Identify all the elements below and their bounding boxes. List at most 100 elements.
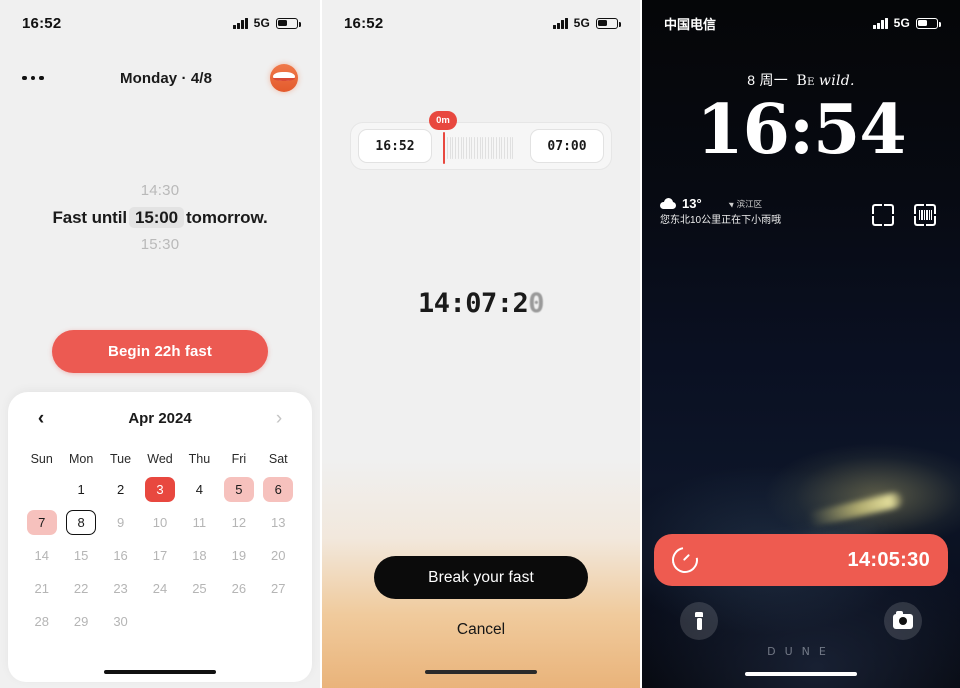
calendar-cell[interactable]: 12 (219, 507, 258, 538)
weather-widget[interactable]: 13° 滨江区 您东北10公里正在下小雨哦 (660, 196, 858, 228)
calendar-sheet: ‹ Apr 2024 › Sun Mon Tue Wed Thu Fri Sat 12345… (8, 392, 312, 682)
fast-start-time[interactable]: 16:52 (358, 129, 432, 163)
calendar-cell[interactable]: 16 (101, 540, 140, 571)
page-title: Monday · 4/8 (119, 69, 213, 87)
calendar-cell[interactable]: 22 (61, 573, 100, 604)
lock-screen-header: 8 周一 Be wild. 16:54 (642, 70, 960, 168)
calendar-cell[interactable]: 3 (140, 474, 179, 505)
calendar-cell[interactable]: 14 (22, 540, 61, 571)
status-bar-indicators: 5G (553, 16, 621, 30)
calendar-day[interactable]: 22 (66, 576, 96, 601)
calendar-cell[interactable]: 28 (22, 606, 61, 637)
calendar-cell[interactable]: 7 (22, 507, 61, 538)
calendar-day[interactable]: 29 (66, 609, 96, 634)
slider-marker[interactable] (443, 132, 445, 164)
calendar-day[interactable]: 5 (223, 477, 254, 502)
calendar-cell[interactable]: 18 (180, 540, 219, 571)
calendar-cell[interactable]: 9 (101, 507, 140, 538)
lock-screen-actions (642, 602, 960, 640)
calendar-day[interactable]: 27 (263, 576, 293, 601)
calendar-cell[interactable]: 1 (61, 474, 100, 505)
calendar-day[interactable]: 19 (224, 543, 254, 568)
chevron-right-icon[interactable]: › (266, 409, 292, 428)
calendar-day[interactable]: 2 (106, 477, 136, 502)
calendar-day[interactable]: 9 (106, 510, 136, 535)
calendar-cell[interactable]: 23 (101, 573, 140, 604)
fast-time-option-below[interactable]: 15:30 (0, 232, 320, 258)
calendar-day[interactable]: 10 (145, 510, 175, 535)
fast-selected-time[interactable]: 15:00 (129, 207, 184, 228)
calendar-day[interactable]: 21 (27, 576, 57, 601)
calendar-day[interactable]: 15 (66, 543, 96, 568)
status-bar: 16:52 5G (0, 0, 320, 46)
calendar-day[interactable]: 24 (145, 576, 175, 601)
calendar-cell[interactable]: 26 (219, 573, 258, 604)
calendar-cell[interactable]: 15 (61, 540, 100, 571)
camera-button[interactable] (884, 602, 922, 640)
calendar-day[interactable]: 12 (224, 510, 254, 535)
barcode-scan-widget[interactable] (908, 198, 942, 232)
elapsed-timer-rolling-digit: 0 (528, 288, 545, 319)
battery-icon (276, 17, 301, 29)
calendar-cell[interactable]: 25 (180, 573, 219, 604)
barcode-line (927, 210, 928, 220)
calendar-day[interactable]: 13 (263, 510, 293, 535)
calendar-cell[interactable]: 17 (140, 540, 179, 571)
network-type-label: 5G (893, 16, 910, 30)
calendar-day[interactable]: 30 (106, 609, 136, 634)
calendar-day[interactable]: 20 (263, 543, 293, 568)
calendar-cell[interactable]: 27 (259, 573, 298, 604)
calendar-cell[interactable]: 21 (22, 573, 61, 604)
calendar-cell[interactable]: 5 (219, 474, 258, 505)
calendar-day[interactable]: 6 (263, 477, 294, 502)
calendar-day[interactable]: 7 (26, 510, 57, 535)
calendar-day[interactable]: 4 (184, 477, 214, 502)
calendar-cell[interactable]: 20 (259, 540, 298, 571)
calendar-cell[interactable]: 2 (101, 474, 140, 505)
weather-temperature: 13° (682, 196, 702, 211)
calendar-header: ‹ Apr 2024 › (22, 392, 298, 444)
lock-quote-prefix: Be (796, 73, 815, 89)
calendar-weekday: Fri (231, 452, 247, 466)
calendar-cell[interactable]: 30 (101, 606, 140, 637)
begin-fast-button[interactable]: Begin 22h fast (52, 330, 268, 373)
flashlight-button[interactable] (680, 602, 718, 640)
calendar-day[interactable]: 26 (224, 576, 254, 601)
calendar-day[interactable]: 17 (145, 543, 175, 568)
live-activity-fasting[interactable]: 14:05:30 (654, 534, 948, 586)
calendar-day[interactable]: 8 (66, 510, 97, 535)
calendar-day[interactable]: 16 (106, 543, 136, 568)
calendar-day[interactable]: 14 (27, 543, 57, 568)
slider-marker-badge: 0m (429, 111, 457, 130)
calendar-cell[interactable]: 19 (219, 540, 258, 571)
calendar-day[interactable]: 18 (184, 543, 214, 568)
scan-frame-widget[interactable] (866, 198, 900, 232)
calendar-day[interactable]: 23 (106, 576, 136, 601)
chevron-left-icon[interactable]: ‹ (28, 409, 54, 428)
calendar-cell[interactable]: 10 (140, 507, 179, 538)
fast-time-option-above[interactable]: 14:30 (0, 178, 320, 204)
screenshot-stage: 16:52 5G Monday · 4/8 14:30 Fast until 15… (0, 0, 960, 688)
calendar-day[interactable]: 28 (27, 609, 57, 634)
slider-ticks (447, 136, 515, 160)
calendar-day[interactable]: 3 (144, 477, 175, 502)
calendar-cell[interactable]: 29 (61, 606, 100, 637)
fast-end-time[interactable]: 07:00 (530, 129, 604, 163)
calendar-cell[interactable]: 13 (259, 507, 298, 538)
calendar-day[interactable]: 11 (184, 510, 214, 535)
profile-avatar[interactable] (270, 64, 298, 92)
calendar-day[interactable]: 25 (184, 576, 214, 601)
calendar-cell[interactable]: 24 (140, 573, 179, 604)
calendar-cell[interactable]: 4 (180, 474, 219, 505)
calendar-cell[interactable]: 6 (259, 474, 298, 505)
calendar-cell[interactable]: 11 (180, 507, 219, 538)
calendar-day[interactable]: 1 (66, 477, 96, 502)
break-fast-button[interactable]: Break your fast (374, 556, 588, 599)
fast-range-slider[interactable]: 16:52 0m 07:00 (350, 111, 612, 170)
more-dots-icon[interactable] (22, 75, 62, 81)
fasting-timer-icon (666, 541, 704, 579)
phone-panel-active-fast: 16:52 5G 16:52 0m 07:00 14:07:20 Break y… (322, 0, 640, 688)
fast-target-picker: 14:30 Fast until 15:00 tomorrow. 15:30 (0, 178, 320, 258)
calendar-cell[interactable]: 8 (61, 507, 100, 538)
cancel-button[interactable]: Cancel (322, 620, 640, 640)
